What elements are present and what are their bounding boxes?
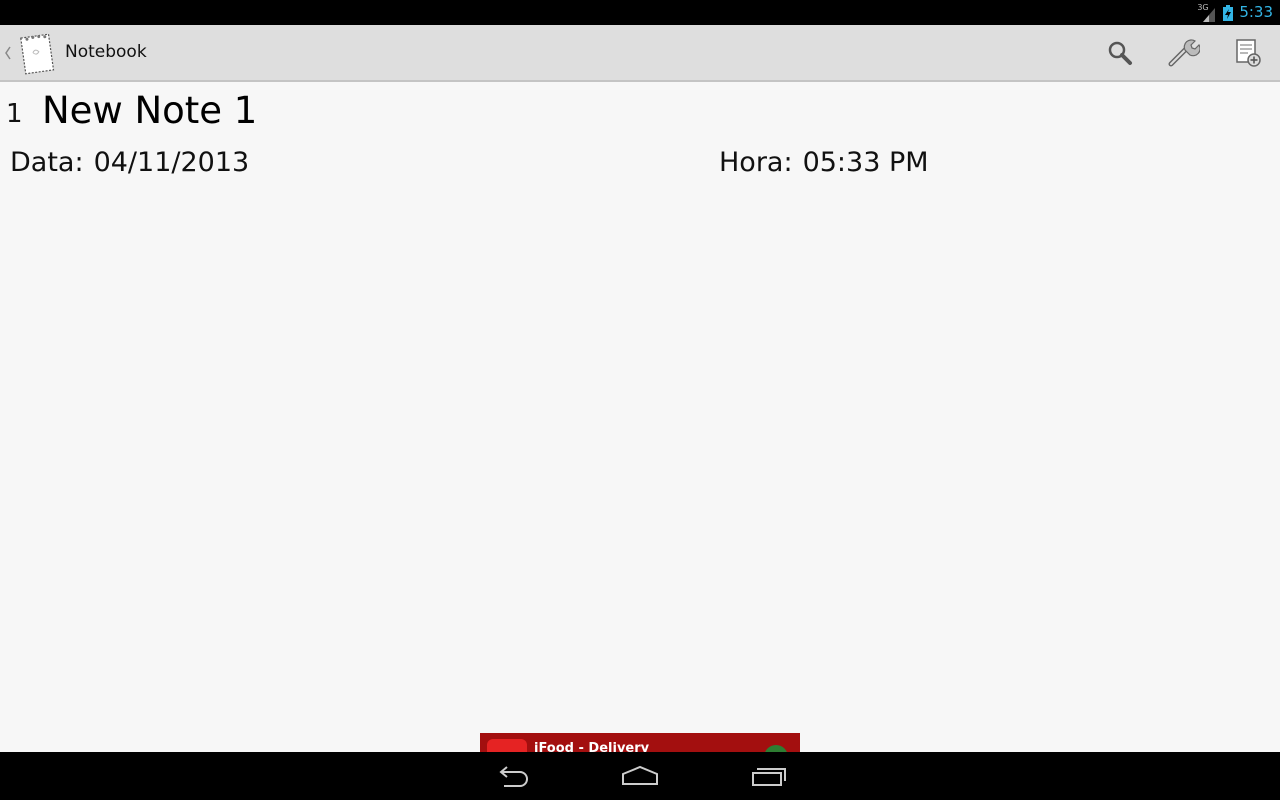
recent-apps-icon xyxy=(752,768,786,786)
navigation-bar xyxy=(0,752,1280,800)
ad-banner[interactable]: iFood - Delivery xyxy=(480,733,800,752)
up-caret-icon[interactable] xyxy=(3,42,13,64)
search-icon xyxy=(1108,41,1132,65)
note-time: Hora: 05:33 PM xyxy=(719,146,929,180)
action-bar: Notebook xyxy=(0,25,1280,82)
signal-icon: 3G xyxy=(1197,2,1217,22)
notebook-logo-icon[interactable] xyxy=(15,30,59,76)
status-icons: 3G 5:33 xyxy=(1197,0,1273,25)
note-date: Data: 04/11/2013 xyxy=(10,146,249,180)
ad-text: iFood - Delivery xyxy=(534,741,650,752)
date-value: 04/11/2013 xyxy=(93,147,250,178)
status-clock: 5:33 xyxy=(1239,3,1273,21)
back-icon xyxy=(499,766,528,787)
new-note-icon xyxy=(1236,39,1261,67)
home-button[interactable] xyxy=(610,756,670,796)
home-icon xyxy=(622,765,658,785)
settings-button[interactable] xyxy=(1155,31,1213,75)
status-bar: 3G 5:33 xyxy=(0,0,1280,25)
app-title: Notebook xyxy=(65,42,147,62)
note-title[interactable]: New Note 1 xyxy=(42,88,257,134)
wrench-icon xyxy=(1168,39,1200,67)
ad-badge-icon xyxy=(764,745,788,752)
note-number: 1 xyxy=(6,99,23,129)
back-button[interactable] xyxy=(482,756,542,796)
battery-charging-icon xyxy=(1223,4,1234,21)
network-type-label: 3G xyxy=(1197,2,1209,12)
search-button[interactable] xyxy=(1091,31,1149,75)
new-note-button[interactable] xyxy=(1219,31,1277,75)
date-label: Data: xyxy=(10,147,84,178)
time-label: Hora: xyxy=(719,147,793,178)
time-value: 05:33 PM xyxy=(802,147,929,178)
recent-apps-button[interactable] xyxy=(739,756,799,796)
ad-logo xyxy=(487,739,527,752)
